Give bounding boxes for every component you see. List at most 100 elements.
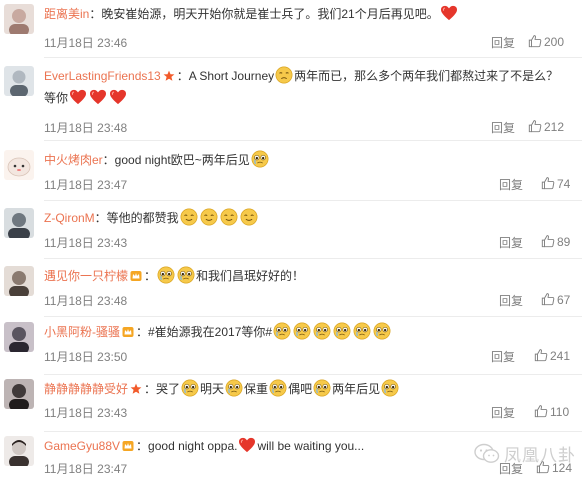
like-button[interactable]: 212 [528, 119, 564, 134]
heart-emoji-icon [109, 89, 127, 105]
timestamp: 11月18日 23:50 [44, 350, 128, 364]
comment-body-cont: 明天 [200, 382, 225, 396]
username[interactable]: 静静静静静受好 [44, 382, 128, 396]
reply-button[interactable]: 回复 [499, 176, 523, 193]
comment-body-cont: 偶吧 [288, 382, 313, 396]
watermark-text: 凤凰八卦 [504, 446, 576, 465]
heart-emoji-icon [89, 89, 107, 105]
smile-face-emoji-icon [180, 208, 198, 226]
timestamp: 11月18日 23:47 [44, 462, 128, 476]
avatar[interactable] [4, 436, 34, 466]
like-count: 212 [544, 120, 565, 134]
reply-button[interactable]: 回复 [491, 404, 515, 421]
crying-face-emoji-icon [157, 266, 175, 284]
username[interactable]: Z-QironM [44, 211, 95, 225]
comment-item: 距离美in：晚安崔始源，明天开始你就是崔士兵了。我们21个月后再见吧。 11月1… [0, 0, 582, 58]
vip-badge-icon [130, 383, 142, 395]
comment-body-cont: 两年而已，那么多个两年我们都熬过来了不是么？ [294, 69, 559, 83]
thumbs-up-icon [541, 292, 555, 306]
sad-face-emoji-icon [275, 66, 293, 84]
like-button[interactable]: 110 [534, 404, 569, 419]
member-badge-icon [122, 326, 134, 338]
comment-text: Z-QironM：等他的都赞我 [44, 208, 576, 228]
like-button[interactable]: 241 [534, 348, 570, 363]
smile-face-emoji-icon [220, 208, 238, 226]
comment-body: ：等他的都赞我 [94, 211, 179, 225]
timestamp: 11月18日 23:43 [44, 406, 128, 420]
thumbs-up-icon [541, 176, 555, 190]
comment-item: 中火烤肉er：good night欧巴~两年后见 11月18日 23:47 回复… [0, 146, 582, 202]
comment-body: ：good night欧巴~两年后见 [102, 153, 250, 167]
timestamp: 11月18日 23:48 [44, 121, 128, 135]
username[interactable]: 小黑阿粉-骚骚 [44, 325, 120, 339]
avatar[interactable] [4, 266, 34, 296]
like-count: 74 [557, 177, 571, 191]
comment-body-line2: 等你 [44, 91, 69, 105]
comment-body: ：#崔始源我在2017等你# [136, 325, 273, 339]
comment-item: 静静静静静受好 ：哭了 明天 保重 偶吧 两年后见 11月18日 23:43 回复 110 [0, 375, 582, 433]
like-button[interactable]: 89 [541, 234, 570, 249]
username[interactable]: 距离美in [44, 7, 89, 21]
comment-item: EverLastingFriends13 ：A Short Journey 两年而已… [0, 62, 582, 141]
timestamp: 11月18日 23:47 [44, 178, 128, 192]
timestamp: 11月18日 23:46 [44, 36, 128, 50]
comment-body-cont: 两年后见 [332, 382, 381, 396]
comment-text: 小黑阿粉-骚骚 ：#崔始源我在2017等你# [44, 322, 576, 342]
comment-text: 遇见你一只柠檬：和我们昌珉好好的！ [44, 266, 576, 286]
crying-face-emoji-icon [251, 150, 269, 168]
crying-face-emoji-icon [273, 322, 291, 340]
thumbs-up-icon [541, 234, 555, 248]
heart-emoji-icon [69, 89, 87, 105]
comment-body: ：A Short Journey [176, 69, 275, 83]
username[interactable]: EverLastingFriends13 [44, 69, 161, 83]
like-button[interactable]: 67 [541, 292, 570, 307]
crying-face-emoji-icon [313, 379, 331, 397]
thumbs-up-icon [528, 119, 542, 133]
username[interactable]: GameGyu88V [44, 439, 120, 453]
like-count: 67 [557, 293, 571, 307]
comment-text: 静静静静静受好 ：哭了 明天 保重 偶吧 两年后见 [44, 379, 576, 399]
reply-button[interactable]: 回复 [499, 292, 523, 309]
username[interactable]: 中火烤肉er [44, 153, 103, 167]
reply-button[interactable]: 回复 [499, 234, 523, 251]
username[interactable]: 遇见你一只柠檬 [44, 269, 128, 283]
comment-text-line2: 等你 [44, 88, 128, 108]
like-button[interactable]: 74 [541, 176, 570, 191]
reply-button[interactable]: 回复 [491, 348, 515, 365]
like-button[interactable]: 200 [528, 34, 564, 49]
avatar[interactable] [4, 208, 34, 238]
vip-badge-icon [163, 70, 175, 82]
crying-face-emoji-icon [293, 322, 311, 340]
comment-text: 距离美in：晚安崔始源，明天开始你就是崔士兵了。我们21个月后再见吧。 [44, 4, 576, 24]
heart-emoji-icon [440, 5, 458, 21]
avatar[interactable] [4, 4, 34, 34]
member-badge-icon [130, 270, 142, 282]
comment-text: 中火烤肉er：good night欧巴~两年后见 [44, 150, 576, 170]
crying-face-emoji-icon [269, 379, 287, 397]
avatar[interactable] [4, 379, 34, 409]
divider [44, 57, 582, 58]
smile-face-emoji-icon [200, 208, 218, 226]
divider [44, 140, 582, 141]
divider [44, 200, 582, 201]
crying-face-emoji-icon [353, 322, 371, 340]
thumbs-up-icon [534, 404, 548, 418]
heart-emoji-icon [238, 437, 256, 453]
reply-button[interactable]: 回复 [491, 34, 515, 51]
comment-body: 和我们昌珉好好的！ [196, 269, 305, 283]
watermark: 凤凰八卦 [474, 441, 576, 466]
thumbs-up-icon [534, 348, 548, 362]
avatar[interactable] [4, 322, 34, 352]
thumbs-up-icon [528, 34, 542, 48]
crying-face-emoji-icon [181, 379, 199, 397]
comment-body-cont: 保重 [244, 382, 269, 396]
comment-body: ：哭了 [144, 382, 181, 396]
comment-item: 遇见你一只柠檬：和我们昌珉好好的！ 11月18日 23:48 回复 67 [0, 262, 582, 318]
reply-button[interactable]: 回复 [491, 119, 515, 136]
avatar[interactable] [4, 150, 34, 180]
comment-text: EverLastingFriends13 ：A Short Journey 两年而已… [44, 66, 576, 86]
like-count: 241 [550, 349, 571, 363]
smile-face-emoji-icon [240, 208, 258, 226]
like-count: 200 [544, 35, 565, 49]
avatar[interactable] [4, 66, 34, 96]
